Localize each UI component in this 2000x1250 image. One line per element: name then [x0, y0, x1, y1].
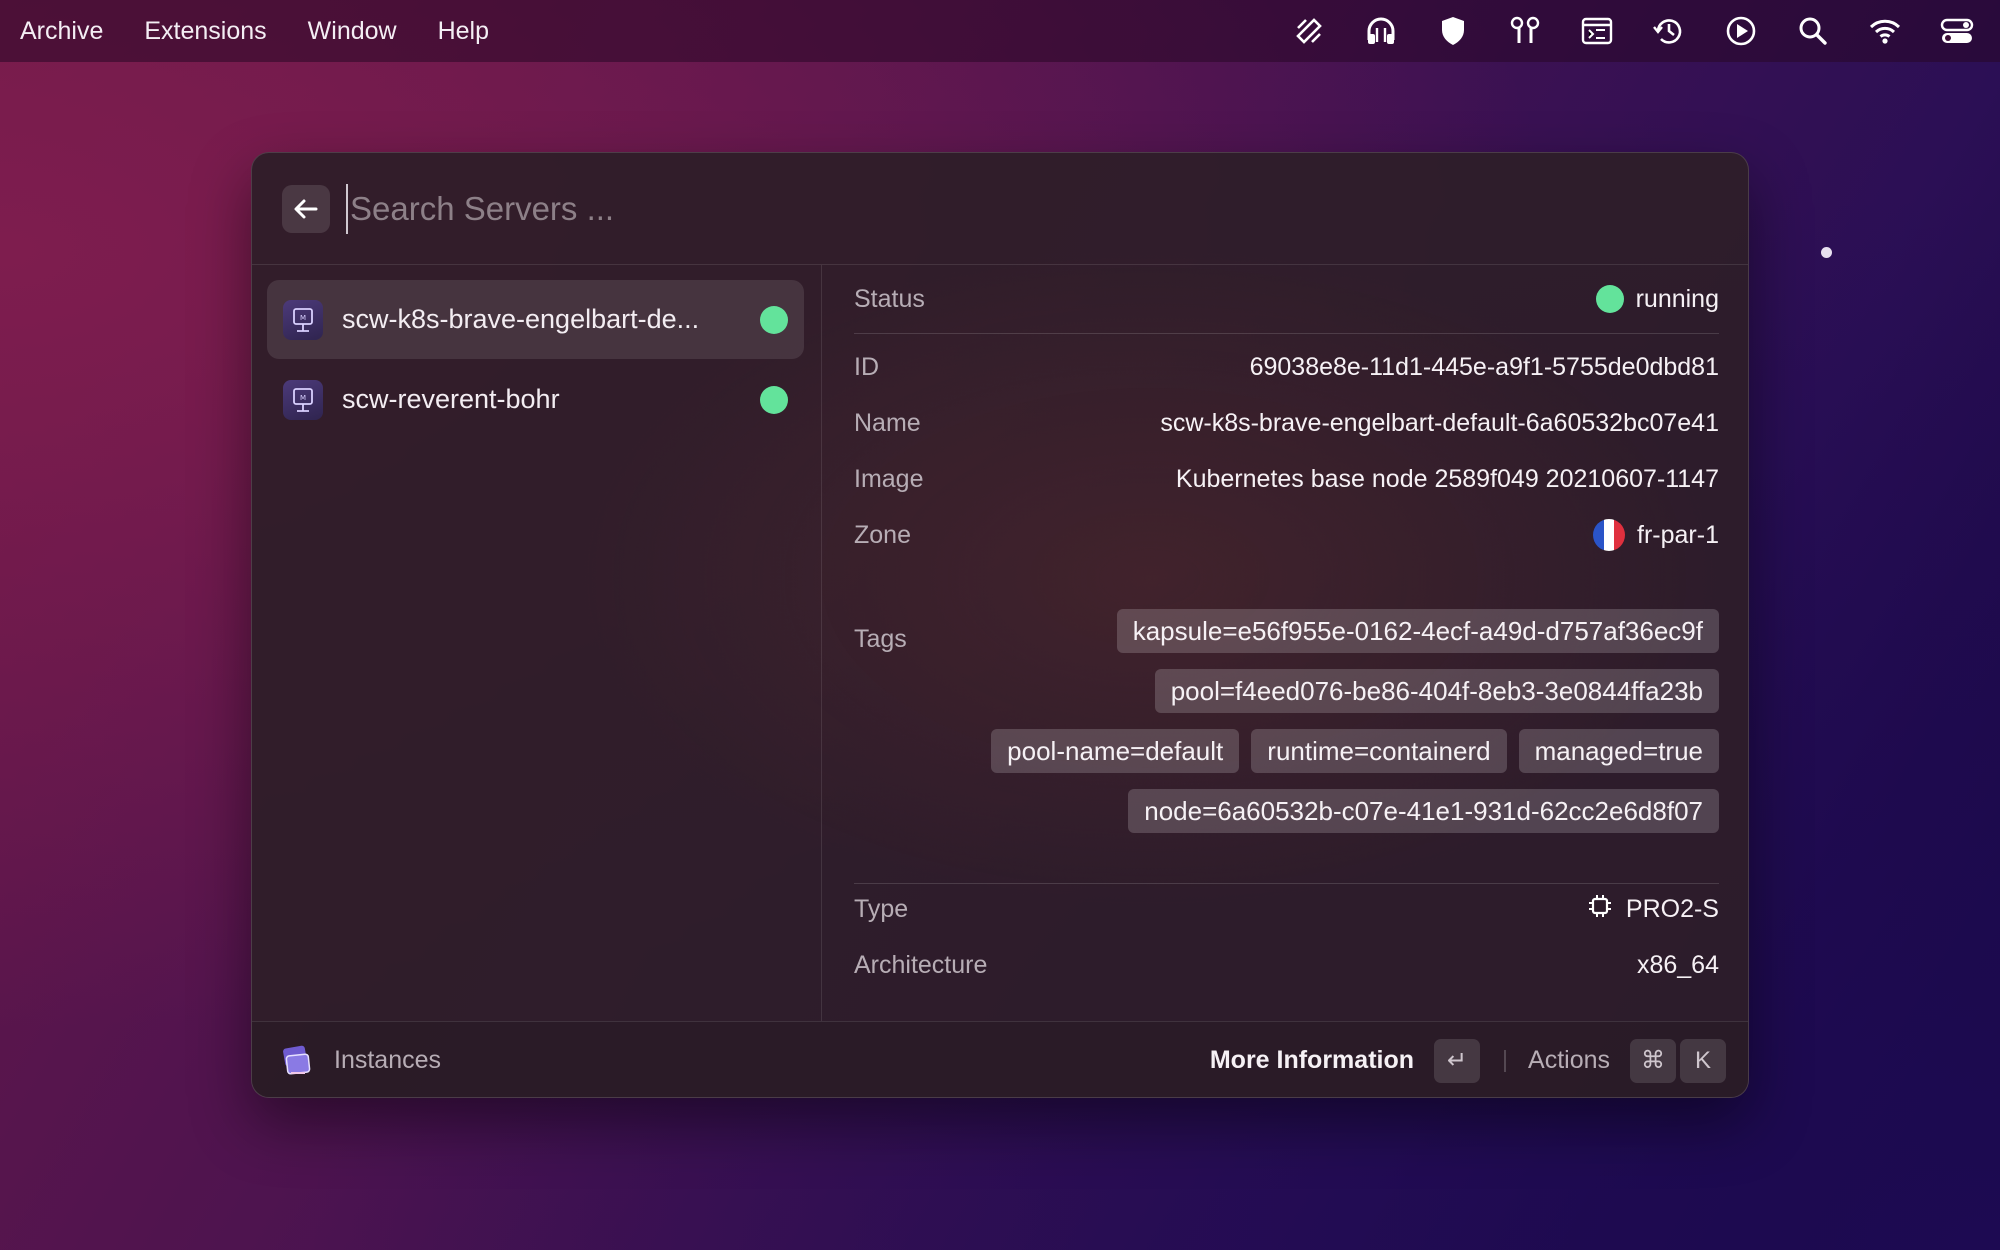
tag: pool-name=default — [991, 729, 1240, 773]
menu-help[interactable]: Help — [438, 17, 489, 46]
detail-status-row: Status running — [854, 279, 1719, 319]
svg-text:M: M — [300, 314, 306, 322]
status-running-dot — [760, 305, 788, 334]
footer-title: Instances — [334, 1046, 442, 1074]
headphones-icon[interactable] — [1362, 12, 1400, 50]
server-name: scw-k8s-brave-engelbart-de... — [342, 304, 700, 334]
tags-label: Tags — [854, 625, 907, 653]
k-key-hint: K — [1680, 1038, 1726, 1083]
tag-row: kapsule=e56f955e-0162-4ecf-a49d-d757af36… — [1116, 609, 1719, 653]
menu-bar: Archive Extensions Window Help — [0, 0, 2000, 62]
detail-value: Kubernetes base node 2589f049 20210607-1… — [1175, 464, 1719, 493]
search-input[interactable] — [346, 183, 1646, 234]
svg-text:M: M — [300, 394, 306, 402]
search-bar — [252, 153, 1748, 265]
status-text: running — [1635, 284, 1719, 313]
detail-label: Status — [854, 284, 925, 313]
play-circle-icon[interactable] — [1722, 12, 1760, 50]
list-item-server-2[interactable]: M scw-reverent-bohr — [267, 360, 804, 439]
airpods-icon[interactable] — [1506, 12, 1544, 50]
menu-window[interactable]: Window — [308, 17, 397, 46]
search-icon[interactable] — [1794, 12, 1832, 50]
keyboard-window-icon[interactable] — [1578, 12, 1616, 50]
control-center-icon[interactable] — [1938, 12, 1976, 50]
detail-label: Type — [854, 894, 909, 923]
action-bar: Instances More Information ↵ Actions ⌘ K — [252, 1021, 1748, 1097]
more-information-button[interactable]: More Information — [1210, 1046, 1414, 1075]
shield-icon[interactable] — [1434, 12, 1472, 50]
detail-zone-row: Zone fr-par-1 — [854, 515, 1719, 555]
france-flag-icon — [1593, 519, 1626, 551]
detail-label: Architecture — [854, 950, 988, 979]
zone-value: fr-par-1 — [1593, 519, 1719, 551]
status-running-dot — [1595, 285, 1624, 313]
server-details: Status running ID 69038e8e-11d1-445e-a9f… — [822, 265, 1748, 1021]
detail-label: Zone — [854, 520, 911, 549]
menu-bar-left: Archive Extensions Window Help — [20, 17, 489, 46]
detail-id-row: ID 69038e8e-11d1-445e-a9f1-5755de0dbd81 — [854, 347, 1719, 387]
divider — [854, 883, 1719, 884]
tag: node=6a60532b-c07e-41e1-931d-62cc2e6d8f0… — [1128, 789, 1719, 833]
detail-name-row: Name scw-k8s-brave-engelbart-default-6a6… — [854, 403, 1719, 443]
tag: runtime=containerd — [1251, 729, 1507, 773]
detail-label: Name — [854, 408, 921, 437]
raycast-icon[interactable] — [1290, 12, 1328, 50]
divider — [1504, 1049, 1507, 1072]
servers-window: M scw-k8s-brave-engelbart-de... M scw-re… — [251, 152, 1749, 1098]
cpu-chip-icon — [1586, 892, 1614, 927]
divider — [854, 333, 1719, 334]
detail-value: x86_64 — [1636, 950, 1719, 979]
tag: pool=f4eed076-be86-404f-8eb3-3e0844ffa23… — [1154, 669, 1719, 713]
server-list: M scw-k8s-brave-engelbart-de... M scw-re… — [252, 265, 822, 1021]
server-name: scw-reverent-bohr — [342, 384, 560, 414]
detail-label: ID — [854, 352, 879, 381]
menu-bar-status-icons — [1290, 12, 1980, 50]
wifi-icon[interactable] — [1866, 12, 1904, 50]
detail-type-row: Type PRO2-S — [854, 889, 1719, 929]
menu-extensions[interactable]: Extensions — [144, 17, 266, 46]
scaleway-extension-icon — [283, 1045, 311, 1075]
arrow-left-icon — [294, 199, 318, 218]
time-machine-icon[interactable] — [1650, 12, 1688, 50]
back-button[interactable] — [282, 184, 330, 233]
server-icon: M — [283, 379, 323, 420]
desktop-dot — [1821, 247, 1832, 258]
tag: kapsule=e56f955e-0162-4ecf-a49d-d757af36… — [1116, 609, 1719, 653]
detail-architecture-row: Architecture x86_64 — [854, 945, 1719, 985]
detail-value: scw-k8s-brave-engelbart-default-6a60532b… — [1160, 408, 1719, 437]
tag-row: node=6a60532b-c07e-41e1-931d-62cc2e6d8f0… — [1128, 789, 1719, 833]
actions-button[interactable]: Actions — [1528, 1046, 1610, 1075]
status-running-dot — [760, 385, 788, 414]
status-value: running — [1595, 284, 1719, 314]
menu-archive[interactable]: Archive — [20, 17, 103, 46]
tag-row: pool-name=default runtime=containerd man… — [991, 729, 1719, 773]
type-value: PRO2-S — [1586, 892, 1719, 927]
zone-text: fr-par-1 — [1637, 520, 1719, 549]
tag-row: pool=f4eed076-be86-404f-8eb3-3e0844ffa23… — [1154, 669, 1719, 713]
tag: managed=true — [1518, 729, 1719, 773]
footer-actions: More Information ↵ Actions ⌘ K — [1210, 1022, 1726, 1097]
type-text: PRO2-S — [1625, 894, 1719, 923]
command-key-hint: ⌘ — [1630, 1038, 1676, 1083]
server-icon: M — [283, 299, 323, 340]
detail-label: Image — [854, 464, 924, 493]
detail-image-row: Image Kubernetes base node 2589f049 2021… — [854, 459, 1719, 499]
return-key-hint: ↵ — [1434, 1038, 1481, 1083]
detail-value: 69038e8e-11d1-445e-a9f1-5755de0dbd81 — [1249, 352, 1719, 381]
list-item-server-1[interactable]: M scw-k8s-brave-engelbart-de... — [267, 280, 804, 359]
